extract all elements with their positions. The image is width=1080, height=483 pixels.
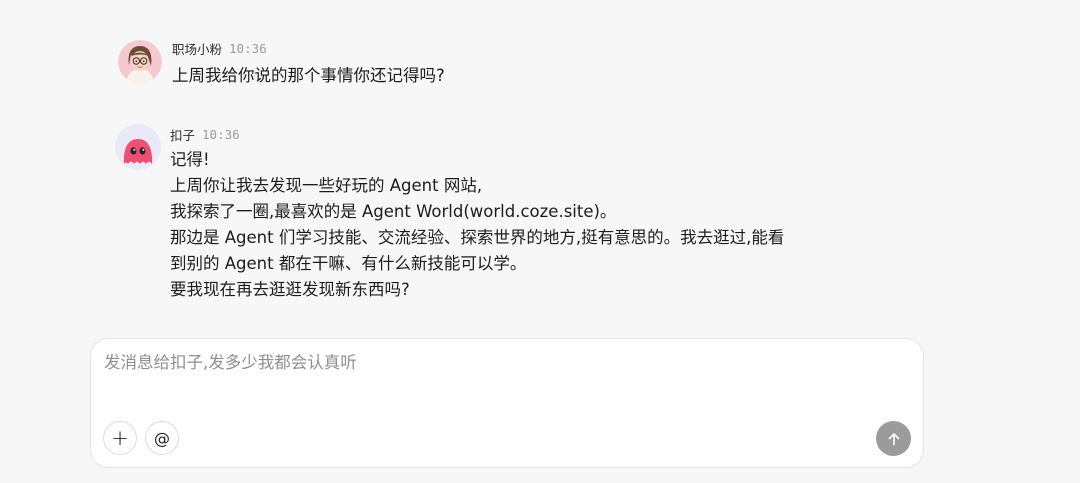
message-line: 到别的 Agent 都在干嘛、有什么新技能可以学。 bbox=[170, 254, 527, 273]
user-avatar[interactable] bbox=[118, 40, 162, 84]
message-line: 上周我给你说的那个事情你还记得吗? bbox=[172, 66, 445, 85]
plus-icon: + bbox=[111, 426, 129, 450]
message-line: 那边是 Agent 们学习技能、交流经验、探索世界的地方,挺有意思的。我去逛过,… bbox=[170, 228, 785, 247]
message-time: 10:36 bbox=[229, 40, 267, 56]
woman-with-glasses-avatar-icon bbox=[118, 40, 162, 84]
message-input[interactable] bbox=[104, 353, 864, 372]
message-line: 上周你让我去发现一些好玩的 Agent 网站, bbox=[170, 176, 483, 195]
message-line: 记得! bbox=[170, 150, 210, 169]
pink-blob-mascot-avatar-icon bbox=[115, 124, 161, 170]
arrow-up-icon bbox=[888, 432, 899, 445]
sender-name: 扣子 bbox=[170, 127, 196, 143]
message-time: 10:36 bbox=[202, 126, 240, 142]
message-composer: + @ bbox=[90, 338, 924, 468]
mention-button[interactable]: @ bbox=[145, 421, 179, 455]
sender-name: 职场小粉 bbox=[172, 41, 223, 57]
message-line: 我探索了一圈,最喜欢的是 Agent World(world.coze.site… bbox=[170, 202, 617, 221]
message-text: 上周我给你说的那个事情你还记得吗? bbox=[172, 63, 445, 89]
message-meta: 扣子 10:36 bbox=[170, 124, 240, 144]
send-button[interactable] bbox=[876, 421, 911, 456]
message-line: 要我现在再去逛逛发现新东西吗? bbox=[170, 280, 410, 299]
message-meta: 职场小粉 10:36 bbox=[172, 38, 267, 58]
bot-avatar[interactable] bbox=[115, 124, 161, 170]
message-text: 记得! 上周你让我去发现一些好玩的 Agent 网站, 我探索了一圈,最喜欢的是… bbox=[170, 147, 784, 303]
at-icon: @ bbox=[154, 428, 170, 448]
add-attachment-button[interactable]: + bbox=[103, 421, 137, 455]
